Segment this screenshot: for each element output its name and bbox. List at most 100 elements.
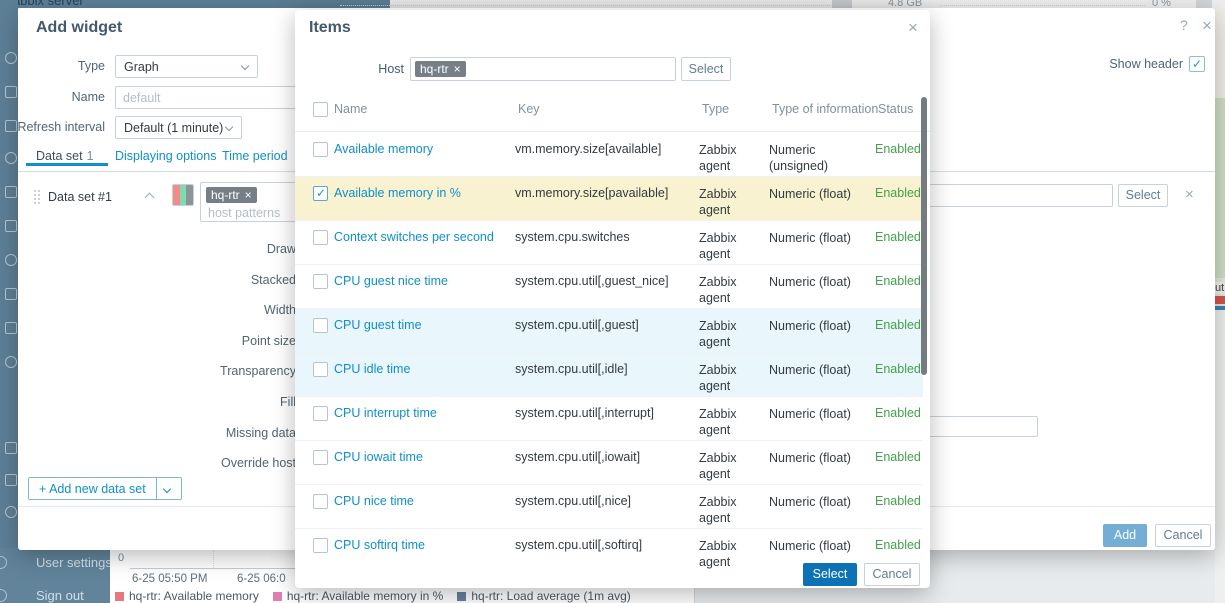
- sidebar-icon[interactable]: [5, 220, 17, 232]
- item-status[interactable]: Enabled: [875, 274, 921, 288]
- sidebar-icon[interactable]: [5, 506, 17, 518]
- cancel-button[interactable]: Cancel: [864, 563, 920, 586]
- select-button[interactable]: Select: [803, 563, 857, 586]
- help-icon[interactable]: ?: [1180, 18, 1188, 32]
- item-status[interactable]: Enabled: [875, 494, 921, 508]
- modal-title: Items: [309, 19, 351, 37]
- map-text-fragment: ut: [1215, 282, 1225, 294]
- item-patterns-select-button[interactable]: Select: [1118, 184, 1168, 207]
- table-row[interactable]: Available memory in % vm.memory.size[pav…: [295, 177, 923, 221]
- row-checkbox[interactable]: [313, 186, 328, 201]
- close-icon[interactable]: ×: [1202, 17, 1212, 34]
- sidebar-icon[interactable]: [5, 254, 17, 266]
- row-checkbox[interactable]: [313, 274, 328, 289]
- item-name-link[interactable]: CPU guest nice time: [334, 274, 515, 288]
- row-checkbox[interactable]: [313, 142, 328, 157]
- table-row[interactable]: CPU iowait time system.cpu.util[,iowait]…: [295, 441, 923, 485]
- row-checkbox[interactable]: [313, 318, 328, 333]
- table-row[interactable]: CPU guest nice time system.cpu.util[,gue…: [295, 265, 923, 309]
- legend-item: hq-rtr: Available memory in %: [273, 589, 444, 603]
- tab-time-period[interactable]: Time period: [222, 149, 288, 163]
- sidebar-icon[interactable]: [5, 152, 17, 164]
- table-row[interactable]: CPU idle time system.cpu.util[,idle] Zab…: [295, 353, 923, 397]
- item-status[interactable]: Enabled: [875, 362, 921, 376]
- scrollbar-thumb[interactable]: [921, 97, 927, 375]
- item-status[interactable]: Enabled: [875, 142, 921, 156]
- sidebar-icon[interactable]: [5, 356, 17, 368]
- item-info: Numeric (float): [769, 494, 875, 510]
- item-key: system.cpu.util[,guest]: [515, 318, 699, 332]
- row-checkbox[interactable]: [313, 538, 328, 553]
- tab-displaying-options[interactable]: Displaying options: [115, 149, 216, 163]
- table-row[interactable]: Available memory vm.memory.size[availabl…: [295, 133, 923, 177]
- item-name-link[interactable]: CPU interrupt time: [334, 406, 515, 420]
- item-name-link[interactable]: CPU softirq time: [334, 538, 515, 552]
- chevron-down-icon: [225, 123, 233, 131]
- collapse-chevron-icon[interactable]: [145, 193, 155, 203]
- host-select-button[interactable]: Select: [681, 57, 731, 81]
- table-row[interactable]: CPU nice time system.cpu.util[,nice] Zab…: [295, 485, 923, 529]
- item-status[interactable]: Enabled: [875, 450, 921, 464]
- show-header-checkbox[interactable]: [1189, 56, 1205, 72]
- item-name-link[interactable]: CPU guest time: [334, 318, 515, 332]
- field-label: Draw: [176, 242, 296, 256]
- remove-data-set-icon[interactable]: ×: [1185, 187, 1194, 202]
- item-status[interactable]: Enabled: [875, 406, 921, 420]
- cancel-button[interactable]: Cancel: [1155, 524, 1211, 547]
- tab-data-set[interactable]: Data set1: [36, 149, 94, 163]
- sidebar-icon[interactable]: [5, 186, 17, 198]
- host-tag-label: hq-rtr: [420, 62, 449, 76]
- host-multiselect[interactable]: hq-rtr ×: [410, 57, 676, 81]
- legend-item: hq-rtr: Load average (1m avg): [457, 589, 630, 603]
- sidebar-item-sign-out[interactable]: Sign out: [36, 588, 84, 603]
- item-status[interactable]: Enabled: [875, 538, 921, 552]
- drag-handle-icon[interactable]: [34, 190, 36, 192]
- name-label: Name: [0, 90, 105, 104]
- sidebar-item-user-settings[interactable]: User settings: [36, 555, 112, 570]
- refresh-interval-value: Default (1 minute): [124, 121, 223, 135]
- item-status[interactable]: Enabled: [875, 186, 921, 200]
- host-tag: hq-rtr ×: [415, 61, 466, 77]
- map-fragment: [1215, 98, 1225, 278]
- legend-item: hq-rtr: Available memory: [115, 589, 259, 603]
- type-select[interactable]: Graph: [115, 55, 258, 78]
- sidebar-icon[interactable]: [5, 322, 17, 334]
- graph-legend: hq-rtr: Available memory hq-rtr: Availabl…: [115, 589, 631, 603]
- item-name-link[interactable]: Context switches per second: [334, 230, 515, 244]
- row-checkbox[interactable]: [313, 230, 328, 245]
- table-row[interactable]: CPU guest time system.cpu.util[,guest] Z…: [295, 309, 923, 353]
- row-checkbox[interactable]: [313, 494, 328, 509]
- item-status[interactable]: Enabled: [875, 230, 921, 244]
- add-new-data-set-button: + Add new data set: [28, 477, 182, 500]
- add-new-data-set-caret[interactable]: [157, 478, 181, 499]
- add-new-data-set-main[interactable]: + Add new data set: [29, 478, 157, 499]
- remove-tag-icon[interactable]: ×: [454, 63, 461, 75]
- sidebar-icon[interactable]: [5, 474, 17, 486]
- item-name-link[interactable]: Available memory: [334, 142, 515, 156]
- item-name-link[interactable]: CPU iowait time: [334, 450, 515, 464]
- item-status[interactable]: Enabled: [875, 318, 921, 332]
- table-row[interactable]: CPU interrupt time system.cpu.util[,inte…: [295, 397, 923, 441]
- item-name-link[interactable]: CPU nice time: [334, 494, 515, 508]
- sidebar-icon[interactable]: [5, 442, 17, 454]
- color-palette-swatch[interactable]: [172, 184, 194, 206]
- item-name-link[interactable]: Available memory in %: [334, 186, 515, 200]
- y-axis-label: 0: [118, 552, 124, 564]
- table-row[interactable]: Context switches per second system.cpu.s…: [295, 221, 923, 265]
- sidebar-icon[interactable]: [5, 288, 17, 300]
- map-fragment: [1215, 8, 1225, 98]
- refresh-interval-select[interactable]: Default (1 minute): [115, 116, 242, 139]
- row-checkbox[interactable]: [313, 450, 328, 465]
- item-name-link[interactable]: CPU idle time: [334, 362, 515, 376]
- host-patterns-placeholder: host patterns: [208, 206, 280, 220]
- column-header-type: Type: [702, 102, 729, 116]
- add-button[interactable]: Add: [1103, 524, 1147, 547]
- column-header-key: Key: [518, 102, 540, 116]
- row-checkbox[interactable]: [313, 362, 328, 377]
- close-icon[interactable]: ×: [908, 19, 918, 36]
- remove-tag-icon[interactable]: ×: [245, 189, 252, 201]
- items-table: Available memory vm.memory.size[availabl…: [295, 133, 923, 571]
- legend-swatch: [273, 592, 282, 601]
- select-all-checkbox[interactable]: [313, 102, 328, 117]
- row-checkbox[interactable]: [313, 406, 328, 421]
